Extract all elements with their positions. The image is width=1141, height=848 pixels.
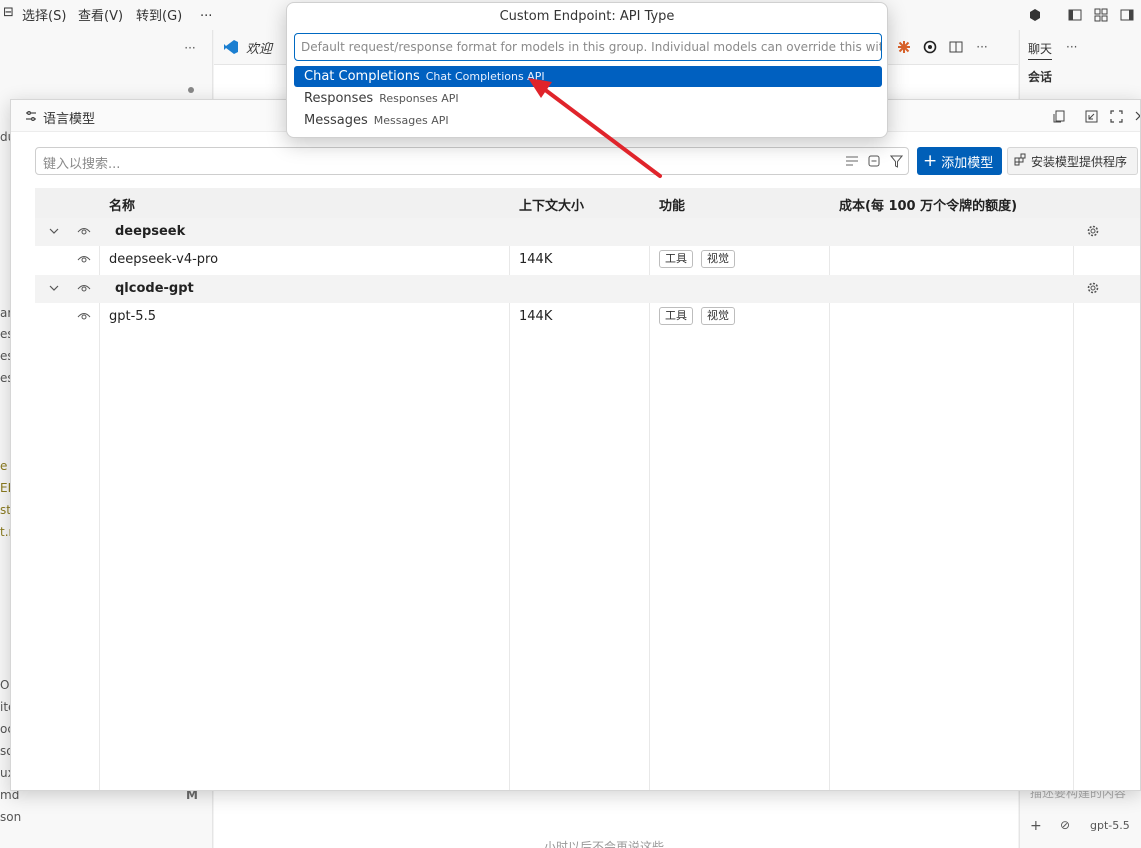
add-context-icon[interactable]: + — [1030, 818, 1042, 834]
group-name: deepseek — [115, 224, 186, 239]
search-input[interactable]: 键入以搜索... — [35, 147, 909, 175]
toggle-sidebar-icon[interactable] — [1066, 6, 1084, 24]
option-responses[interactable]: Responses Responses API — [294, 88, 882, 109]
api-type-quick-pick: Custom Endpoint: API Type Default reques… — [286, 2, 888, 138]
plus-icon: + — [923, 151, 938, 171]
more-actions-icon[interactable]: ··· — [974, 39, 990, 55]
more-actions-icon[interactable]: ··· — [182, 40, 198, 56]
option-label: Chat Completions — [304, 69, 420, 84]
chevron-down-icon[interactable] — [46, 280, 62, 296]
group-icon[interactable] — [866, 153, 882, 169]
claude-icon[interactable] — [896, 39, 912, 55]
option-description: Messages API — [373, 114, 449, 127]
table-row-group[interactable]: deepseek — [35, 218, 1140, 246]
menu-goto[interactable]: 转到(G) — [136, 5, 182, 24]
dot-icon — [186, 85, 196, 95]
option-description: Chat Completions API — [425, 70, 545, 83]
gear-icon[interactable] — [1085, 223, 1101, 239]
option-chat-completions[interactable]: Chat Completions Chat Completions API — [294, 66, 882, 87]
model-name: deepseek-v4-pro — [109, 252, 219, 267]
feature-tag: 工具 — [659, 307, 693, 325]
column-header-name[interactable]: 名称 — [109, 195, 135, 214]
sidebar-fragment: O — [0, 678, 10, 692]
column-header-features[interactable]: 功能 — [659, 195, 685, 214]
group-name: qlcode-gpt — [115, 281, 194, 296]
column-header-cost[interactable]: 成本(每 100 万个令牌的额度) — [839, 195, 1017, 214]
chat-tab[interactable]: 聊天 — [1028, 40, 1053, 60]
table-row[interactable]: gpt-5.5 144K 工具 视觉 — [35, 303, 1140, 331]
add-model-label: 添加模型 — [941, 155, 994, 171]
model-context: 144K — [519, 252, 553, 267]
gear-icon[interactable] — [1085, 280, 1101, 296]
option-description: Responses API — [379, 92, 459, 105]
language-models-dialog: 语言模型 键入以搜索... + 添加模型 安装模型提供程序 名称 上下文大小 功… — [10, 99, 1141, 791]
install-provider-label: 安装模型提供程序 — [1031, 154, 1128, 169]
eye-icon[interactable] — [76, 251, 92, 267]
more-actions-icon[interactable]: ··· — [1066, 40, 1077, 54]
table-row-group[interactable]: qlcode-gpt — [35, 275, 1140, 303]
menu-more[interactable]: ... — [200, 5, 212, 20]
menu-selection[interactable]: 选择(S) — [22, 5, 66, 24]
eye-icon[interactable] — [76, 223, 92, 239]
eye-icon[interactable] — [76, 308, 92, 324]
quick-pick-placeholder: Default request/response format for mode… — [301, 40, 882, 54]
table-header: 名称 上下文大小 功能 成本(每 100 万个令牌的额度) — [35, 188, 1140, 218]
sidebar-fragment: son — [0, 810, 22, 824]
quick-pick-input[interactable]: Default request/response format for mode… — [294, 33, 882, 61]
model-name: gpt-5.5 — [109, 309, 156, 324]
copy-icon[interactable] — [1051, 108, 1067, 124]
tools-icon[interactable]: ⊘ — [1060, 818, 1070, 832]
clear-filter-icon[interactable] — [844, 153, 860, 169]
dialog-title: 语言模型 — [43, 112, 96, 127]
settings-sliders-icon — [23, 108, 39, 124]
openai-icon[interactable] — [922, 39, 938, 55]
quick-pick-title: Custom Endpoint: API Type — [499, 9, 675, 24]
option-label: Messages — [304, 113, 368, 128]
feature-tag: 视觉 — [701, 250, 735, 268]
option-label: Responses — [304, 91, 374, 106]
search-placeholder: 键入以搜索... — [43, 157, 121, 172]
menu-item-partial[interactable]: ⊟ — [3, 5, 14, 20]
menu-view[interactable]: 查看(V) — [78, 5, 123, 24]
copilot-icon[interactable] — [1026, 6, 1044, 24]
feature-tag: 视觉 — [701, 307, 735, 325]
close-icon[interactable] — [1132, 108, 1140, 124]
toggle-panel-icon[interactable] — [1118, 6, 1136, 24]
filter-icon[interactable] — [888, 153, 904, 169]
tab-welcome[interactable]: 欢迎 — [246, 38, 272, 57]
editor-fragment: 小时以后不会再说这些 — [544, 840, 665, 848]
model-context: 144K — [519, 309, 553, 324]
split-editor-icon[interactable] — [948, 39, 964, 55]
extensions-icon — [1014, 153, 1027, 169]
column-header-context[interactable]: 上下文大小 — [519, 195, 584, 214]
models-table: 名称 上下文大小 功能 成本(每 100 万个令牌的额度) deepseek d… — [35, 188, 1140, 790]
install-provider-button[interactable]: 安装模型提供程序 — [1007, 147, 1138, 175]
vscode-icon — [222, 38, 240, 56]
layout-icon[interactable] — [1092, 6, 1110, 24]
model-picker[interactable]: gpt-5.5 — [1090, 819, 1130, 832]
option-messages[interactable]: Messages Messages API — [294, 110, 882, 131]
sidebar-fragment: e — [0, 459, 8, 473]
table-row[interactable]: deepseek-v4-pro 144K 工具 视觉 — [35, 246, 1140, 274]
eye-icon[interactable] — [76, 280, 92, 296]
maximize-icon[interactable] — [1108, 108, 1124, 124]
feature-tag: 工具 — [659, 250, 693, 268]
chevron-down-icon[interactable] — [46, 223, 62, 239]
add-model-button[interactable]: + 添加模型 — [917, 147, 1002, 175]
restore-icon[interactable] — [1083, 108, 1099, 124]
session-heading: 会话 — [1028, 70, 1053, 84]
